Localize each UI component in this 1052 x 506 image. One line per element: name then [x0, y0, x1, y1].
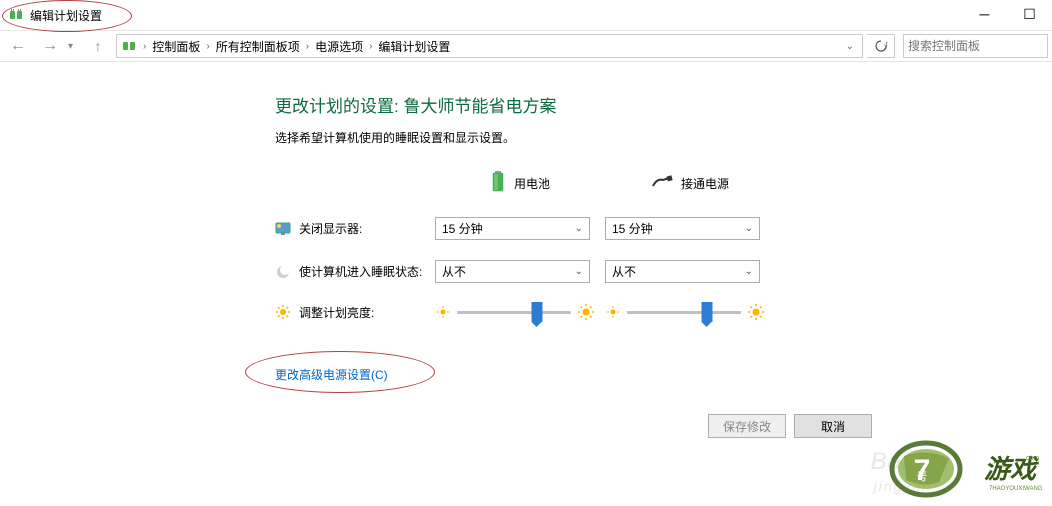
search-input[interactable] — [908, 39, 1043, 53]
svg-text:号: 号 — [917, 470, 928, 483]
slider-track[interactable] — [627, 311, 741, 314]
cancel-button[interactable]: 取消 — [794, 414, 872, 438]
sun-icon — [275, 304, 291, 320]
display-off-battery-dropdown[interactable]: 15 分钟 ⌄ — [435, 217, 590, 240]
page-subheading: 选择希望计算机使用的睡眠设置和显示设置。 — [275, 129, 992, 146]
maximize-button[interactable]: ☐ — [1007, 0, 1052, 28]
svg-text:7HAOYOUXIWANG: 7HAOYOUXIWANG — [989, 486, 1043, 492]
slider-thumb[interactable] — [531, 302, 542, 322]
chevron-down-icon: ⌄ — [575, 266, 583, 277]
chevron-right-icon: › — [206, 41, 209, 52]
dialog-buttons: 保存修改 取消 — [708, 414, 872, 438]
column-header-battery: 用电池 — [435, 170, 605, 197]
breadcrumb-dropdown[interactable]: ⌄ — [846, 41, 858, 52]
breadcrumb-item[interactable]: 电源选项 — [311, 38, 367, 55]
content-area: 更改计划的设置: 鲁大师节能省电方案 选择希望计算机使用的睡眠设置和显示设置。 … — [0, 62, 1052, 404]
row-label-display: 关闭显示器: — [275, 220, 435, 237]
breadcrumb[interactable]: › 控制面板 › 所有控制面板项 › 电源选项 › 编辑计划设置 ⌄ — [116, 34, 863, 58]
plug-icon — [651, 174, 673, 193]
column-header-plugged: 接通电源 — [605, 174, 775, 193]
battery-icon — [490, 170, 506, 197]
slider-track[interactable] — [457, 311, 571, 314]
moon-icon — [275, 264, 291, 280]
slider-thumb[interactable] — [701, 302, 712, 322]
nav-back-button[interactable]: ← — [4, 32, 32, 60]
save-button[interactable]: 保存修改 — [708, 414, 786, 438]
window-title: 编辑计划设置 — [30, 7, 102, 24]
monitor-icon — [275, 221, 291, 237]
site-logo: 7 号 游戏 .com 7HAOYOUXIWANG — [884, 440, 1044, 498]
chevron-down-icon: ⌄ — [745, 266, 753, 277]
brightness-plugged-slider[interactable] — [605, 303, 765, 321]
chevron-right-icon: › — [306, 41, 309, 52]
chevron-down-icon: ⌄ — [745, 223, 753, 234]
nav-forward-button[interactable]: → — [36, 32, 64, 60]
row-label-sleep: 使计算机进入睡眠状态: — [275, 263, 435, 280]
search-box[interactable] — [903, 34, 1048, 58]
chevron-right-icon: › — [143, 41, 146, 52]
nav-history-dropdown[interactable]: ▾ — [68, 41, 80, 52]
row-label-brightness: 调整计划亮度: — [275, 304, 435, 321]
breadcrumb-item[interactable]: 所有控制面板项 — [212, 38, 304, 55]
breadcrumb-item[interactable]: 控制面板 — [148, 38, 204, 55]
chevron-down-icon: ⌄ — [575, 223, 583, 234]
refresh-button[interactable] — [867, 34, 895, 58]
chevron-right-icon: › — [369, 41, 372, 52]
sleep-plugged-dropdown[interactable]: 从不 ⌄ — [605, 260, 760, 283]
app-icon — [8, 7, 24, 23]
brightness-battery-slider[interactable] — [435, 303, 595, 321]
sun-bright-icon — [747, 303, 765, 321]
sleep-battery-dropdown[interactable]: 从不 ⌄ — [435, 260, 590, 283]
sun-bright-icon — [577, 303, 595, 321]
nav-up-button[interactable]: ↑ — [84, 32, 112, 60]
breadcrumb-icon — [121, 38, 137, 54]
power-settings-table: 用电池 接通电源 关闭显示器: 15 分钟 ⌄ 15 分钟 ⌄ — [275, 170, 992, 321]
navigation-bar: ← → ▾ ↑ › 控制面板 › 所有控制面板项 › 电源选项 › 编辑计划设置… — [0, 30, 1052, 62]
display-off-plugged-dropdown[interactable]: 15 分钟 ⌄ — [605, 217, 760, 240]
breadcrumb-item[interactable]: 编辑计划设置 — [374, 38, 454, 55]
advanced-power-settings-link[interactable]: 更改高级电源设置(C) — [275, 366, 388, 383]
sun-dim-icon — [435, 304, 451, 320]
svg-text:.com: .com — [1024, 455, 1039, 462]
minimize-button[interactable]: ─ — [962, 0, 1007, 28]
window-titlebar: 编辑计划设置 ─ ☐ — [0, 0, 1052, 30]
sun-dim-icon — [605, 304, 621, 320]
page-heading: 更改计划的设置: 鲁大师节能省电方案 — [275, 92, 992, 117]
